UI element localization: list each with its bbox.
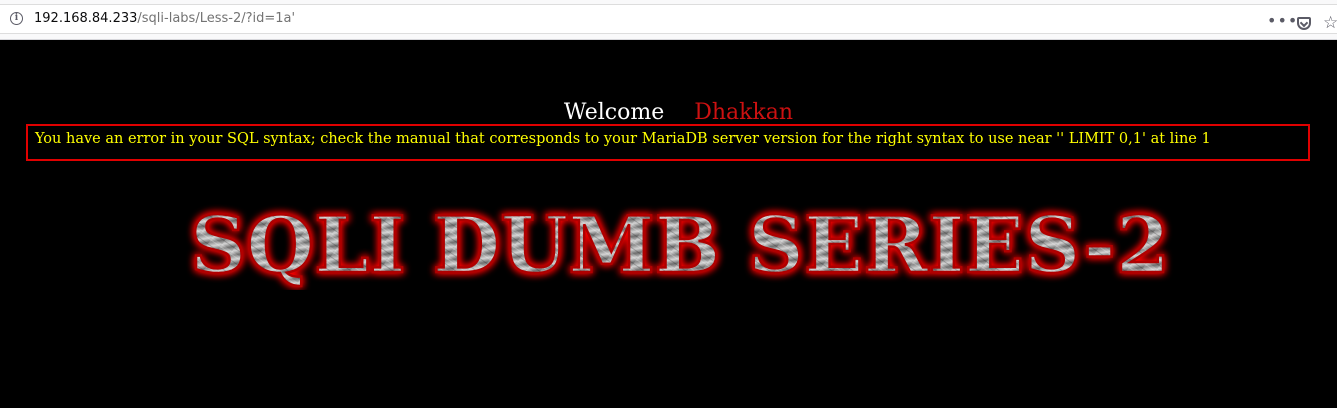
info-icon[interactable]: i — [10, 12, 23, 25]
browser-toolbar: i 192.168.84.233/sqli-labs/Less-2/?id=1a… — [0, 0, 1337, 40]
address-bar[interactable]: i 192.168.84.233/sqli-labs/Less-2/?id=1a… — [0, 4, 1337, 34]
series-logo-image: SQLI DUMB SERIES-2 — [189, 200, 1172, 290]
url-path: /sqli-labs/Less-2/?id=1a' — [137, 11, 296, 26]
more-actions-icon[interactable]: ••• — [1267, 13, 1297, 33]
sql-error-box: You have an error in your SQL syntax; ch… — [26, 124, 1310, 161]
sql-error-message: You have an error in your SQL syntax; ch… — [35, 131, 1211, 147]
url-text[interactable]: 192.168.84.233/sqli-labs/Less-2/?id=1a' — [34, 11, 295, 26]
page-actions: ••• ☆ — [1267, 9, 1337, 37]
user-name: Dhakkan — [694, 100, 794, 125]
pocket-icon[interactable] — [1297, 16, 1311, 30]
series-logo: SQLI DUMB SERIES-2 — [180, 200, 1180, 290]
page-content: Welcome Dhakkan You have an error in your… — [0, 40, 1337, 408]
welcome-label: Welcome — [563, 100, 665, 125]
welcome-line: Welcome Dhakkan — [0, 100, 1337, 126]
url-host: 192.168.84.233 — [34, 11, 138, 26]
star-icon[interactable]: ☆ — [1323, 13, 1337, 33]
logo-text: SQLI DUMB SERIES-2 — [190, 200, 1170, 290]
